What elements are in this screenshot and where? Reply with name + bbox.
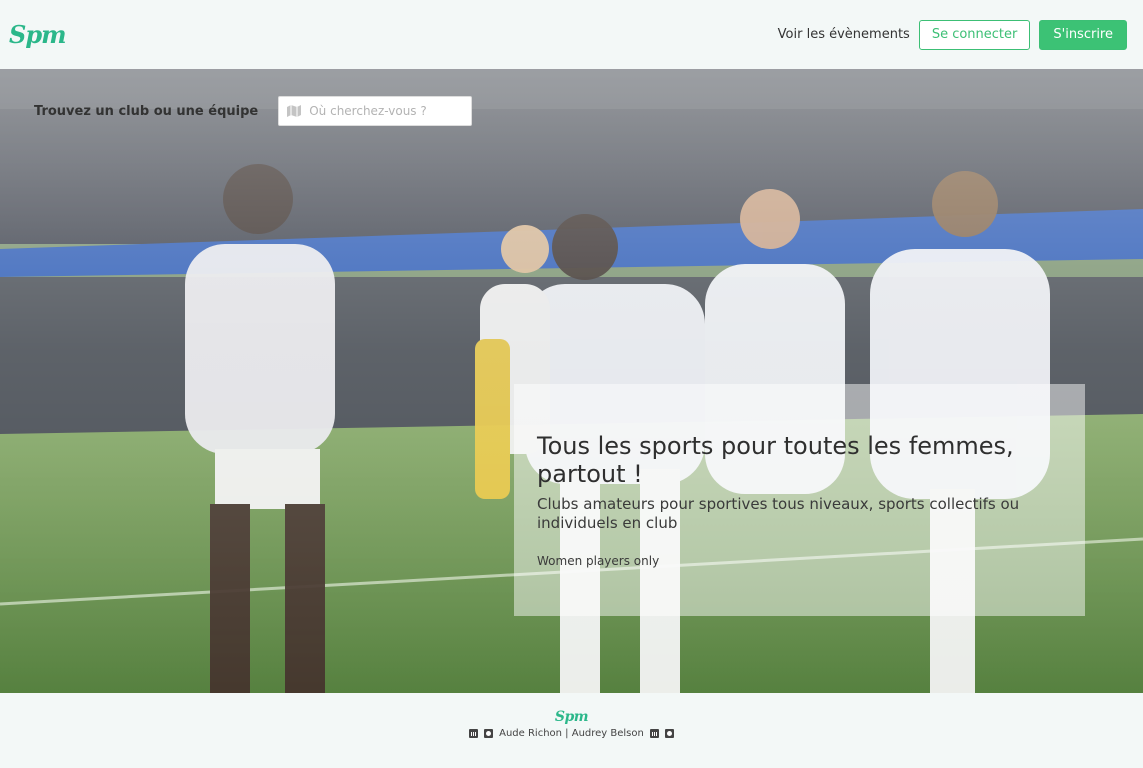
signup-button[interactable]: S'inscrire: [1039, 19, 1127, 50]
events-link[interactable]: Voir les évènements: [778, 27, 910, 42]
linkedin-icon[interactable]: [469, 729, 479, 738]
hero-section: Trouvez un club ou une équipe Tous les s…: [0, 69, 1143, 693]
github-icon[interactable]: [664, 729, 674, 738]
footer-credits: Aude Richon | Audrey Belson: [0, 728, 1143, 739]
footer: Spm Aude Richon | Audrey Belson: [0, 693, 1143, 768]
promo-subtitle: Clubs amateurs pour sportives tous nivea…: [537, 495, 1020, 532]
map-icon: [287, 105, 302, 117]
nav-actions: Voir les évènements Se connecter S'inscr…: [778, 19, 1127, 50]
credits-text: Aude Richon | Audrey Belson: [499, 728, 644, 739]
search-label: Trouvez un club ou une équipe: [34, 103, 259, 119]
site-logo[interactable]: Spm: [9, 20, 67, 49]
search-box[interactable]: [278, 96, 473, 126]
promo-note: Women players only: [537, 554, 660, 568]
top-navbar: Spm Voir les évènements Se connecter S'i…: [0, 0, 1143, 69]
location-search-input[interactable]: [309, 97, 470, 125]
footer-logo[interactable]: Spm: [0, 709, 1143, 725]
linkedin-icon[interactable]: [649, 729, 659, 738]
promo-title: Tous les sports pour toutes les femmes, …: [537, 432, 1014, 488]
promo-card: Tous les sports pour toutes les femmes, …: [514, 384, 1085, 616]
github-icon[interactable]: [484, 729, 494, 738]
club-search: Trouvez un club ou une équipe: [34, 96, 473, 126]
login-button[interactable]: Se connecter: [918, 19, 1031, 50]
